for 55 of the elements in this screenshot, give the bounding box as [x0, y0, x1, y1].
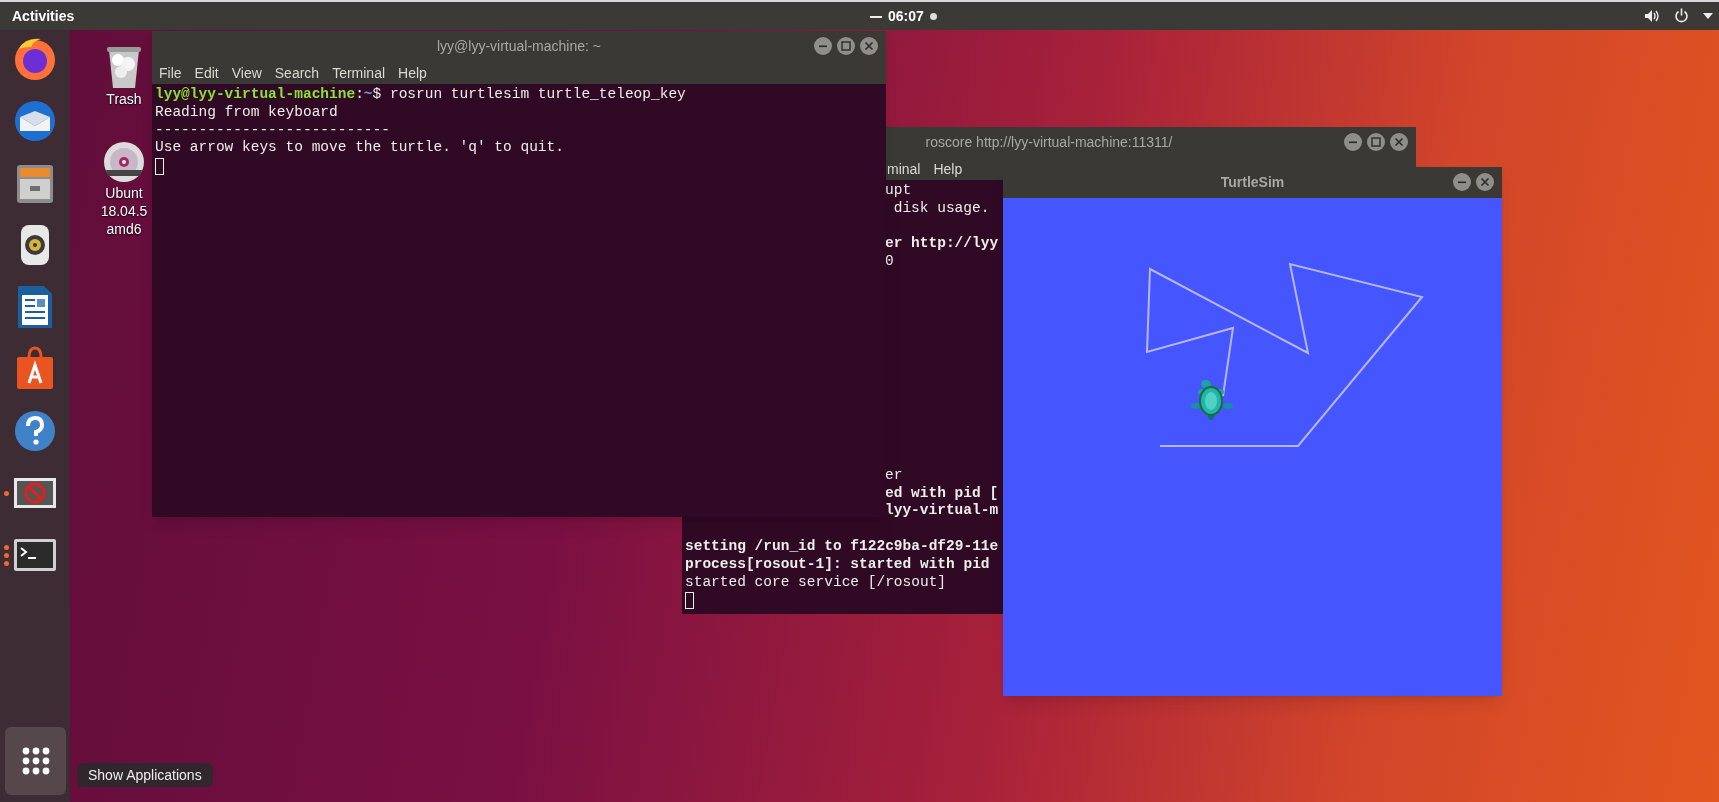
terminal-line: disk usage.: [892, 199, 990, 218]
terminal-line: process[rosout-1]: started with pid: [685, 555, 990, 574]
prompt-line: lyy@lyy-virtual-machine:~$ rosrun turtlesim turtle_teleop_key: [155, 86, 687, 104]
terminal-line: er http://lyy: [885, 235, 999, 254]
show-applications-button[interactable]: [5, 727, 66, 795]
power-icon[interactable]: [1674, 8, 1689, 23]
running-dot-icon: [4, 560, 9, 566]
menu-item[interactable]: Help: [398, 62, 427, 84]
menu-item[interactable]: Terminal: [332, 62, 386, 84]
icon-label: amd6: [106, 220, 142, 238]
menu-item[interactable]: Edit: [194, 62, 219, 84]
terminal-line: ---------------------------: [155, 121, 390, 140]
running-dot-icon: [4, 490, 9, 496]
running-dot-icon: [4, 544, 9, 550]
volume-icon[interactable]: [1644, 8, 1660, 23]
window-title: TurtleSim: [1220, 173, 1285, 192]
menu-item[interactable]: Help: [933, 158, 963, 180]
disc-icon: [102, 140, 146, 184]
dot-icon: [929, 13, 937, 20]
terminal-line: er: [885, 466, 903, 485]
caret-icon[interactable]: [1703, 12, 1713, 19]
minimize-icon[interactable]: [814, 37, 832, 55]
minimize-icon[interactable]: [1344, 133, 1362, 151]
clock[interactable]: 06:07: [888, 6, 924, 27]
trash-icon: [104, 44, 144, 90]
icon-label: Trash: [106, 90, 142, 108]
terminal-line: 0: [885, 253, 894, 271]
maximize-icon[interactable]: [1367, 133, 1385, 151]
terminal-line: Use arrow keys to move the turtle. 'q' to quit.: [155, 139, 564, 158]
icon-label: Ubunt: [105, 184, 143, 202]
running-dot-icon: [4, 552, 9, 558]
minimize-icon[interactable]: [1453, 173, 1471, 191]
terminal-line: Reading from keyboard: [155, 103, 338, 122]
terminal-line: upt: [885, 182, 912, 200]
terminal-line: lyy-virtual-m: [885, 502, 999, 521]
window-title: roscore http://lyy-virtual-machine:11311/: [925, 133, 1173, 152]
text-cursor: [155, 157, 164, 175]
turtle-icon: [1191, 380, 1233, 420]
tooltip: Show Applications: [77, 763, 213, 787]
menu-item[interactable]: View: [231, 62, 262, 84]
close-icon[interactable]: [1476, 173, 1494, 191]
window-title: lyy@lyy-virtual-machine: ~: [437, 37, 601, 56]
menu-item[interactable]: minal: [887, 158, 921, 180]
terminal-line: setting /run_id to f122c9ba-df29-11e: [685, 537, 999, 556]
text-cursor: [685, 591, 694, 609]
menu-item[interactable]: File: [159, 62, 182, 84]
menu-item[interactable]: Search: [274, 62, 320, 84]
terminal-line: started core service [/rosout]: [685, 573, 947, 592]
terminal-line: ed with pid [: [885, 484, 999, 503]
icon-label: 18.04.5: [100, 202, 148, 220]
app-grid-icon: [21, 747, 50, 775]
close-icon[interactable]: [860, 37, 878, 55]
activities-button[interactable]: Activities: [12, 5, 75, 27]
maximize-icon[interactable]: [837, 37, 855, 55]
close-icon[interactable]: [1390, 133, 1408, 151]
